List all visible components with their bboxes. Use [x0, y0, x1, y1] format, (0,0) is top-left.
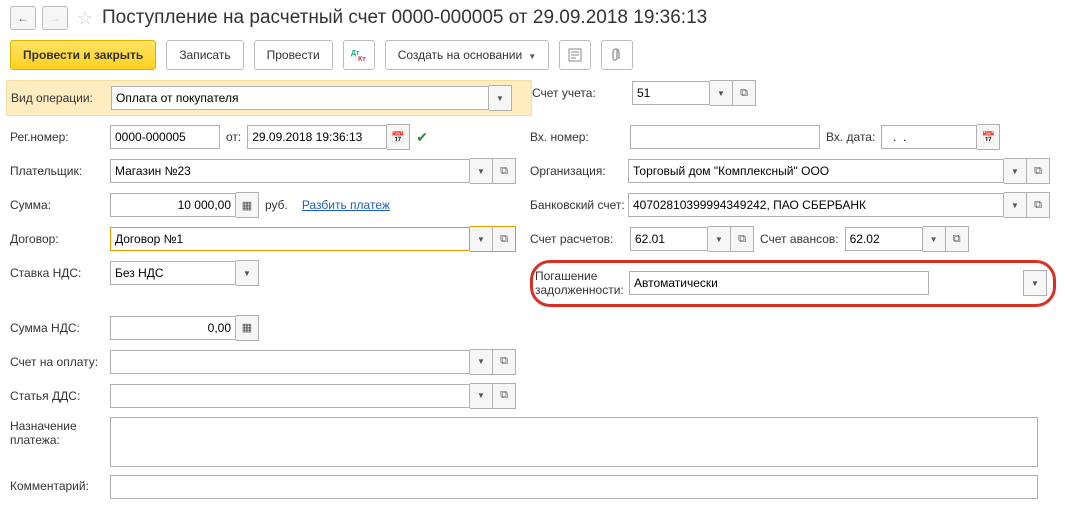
create-based-label: Создать на основании [398, 48, 523, 62]
account-label: Счет учета: [532, 82, 632, 104]
advance-account-open-button[interactable] [946, 226, 969, 252]
reg-number-input[interactable] [110, 125, 220, 149]
vat-sum-input[interactable] [110, 316, 236, 340]
invoice-label: Счет на оплату: [10, 351, 110, 373]
contract-open-button[interactable] [493, 226, 516, 252]
attachment-button[interactable] [601, 40, 633, 70]
calc-account-input[interactable] [630, 227, 708, 251]
bank-account-label: Банковский счет: [530, 194, 628, 216]
calc-account-dropdown[interactable] [708, 226, 731, 252]
purpose-textarea[interactable] [110, 417, 1038, 467]
org-input[interactable] [628, 159, 1004, 183]
forward-button[interactable]: → [42, 6, 68, 30]
calc-account-label: Счет расчетов: [530, 228, 630, 250]
operation-type-select[interactable] [111, 86, 489, 110]
in-date-label: Вх. дата: [820, 130, 881, 144]
dds-label: Статья ДДС: [10, 385, 110, 407]
purpose-label: Назначение платежа: [10, 417, 110, 451]
comment-label: Комментарий: [10, 475, 110, 497]
rub-label: руб. [259, 198, 294, 212]
save-button[interactable]: Записать [166, 40, 243, 70]
highlight-annotation: Погашение задолженности: [530, 260, 1056, 307]
debt-repay-dropdown[interactable] [1023, 270, 1047, 296]
payer-label: Плательщик: [10, 160, 110, 182]
in-date-calendar-button[interactable] [977, 124, 1000, 150]
chevron-down-icon [528, 48, 536, 62]
org-label: Организация: [530, 160, 628, 182]
invoice-input[interactable] [110, 350, 470, 374]
create-based-on-button[interactable]: Создать на основании [385, 40, 549, 70]
dds-dropdown[interactable] [470, 383, 493, 409]
sum-calc-button[interactable] [236, 192, 259, 218]
operation-type-dropdown[interactable] [489, 85, 512, 111]
org-open-button[interactable] [1027, 158, 1050, 184]
sum-label: Сумма: [10, 194, 110, 216]
dt-kt-button[interactable]: ДтКт [343, 40, 375, 70]
debt-repay-input[interactable] [629, 271, 929, 295]
payer-open-button[interactable] [493, 158, 516, 184]
vat-rate-dropdown[interactable] [236, 260, 259, 286]
from-label: от: [220, 130, 247, 144]
date-input[interactable] [247, 125, 387, 149]
advance-account-label: Счет авансов: [754, 232, 845, 246]
svg-text:Кт: Кт [358, 56, 366, 62]
contract-input[interactable] [110, 227, 470, 251]
advance-account-dropdown[interactable] [923, 226, 946, 252]
contract-label: Договор: [10, 228, 110, 250]
bank-account-input[interactable] [628, 193, 1004, 217]
calc-account-open-button[interactable] [731, 226, 754, 252]
posted-check-icon: ✔ [416, 129, 428, 146]
account-open-button[interactable] [733, 80, 756, 106]
vat-rate-input[interactable] [110, 261, 236, 285]
invoice-dropdown[interactable] [470, 349, 493, 375]
in-date-input[interactable] [881, 125, 977, 149]
vat-rate-label: Ставка НДС: [10, 262, 110, 284]
account-input[interactable] [632, 81, 710, 105]
contract-dropdown[interactable] [470, 226, 493, 252]
post-and-close-button[interactable]: Провести и закрыть [10, 40, 156, 70]
split-payment-link[interactable]: Разбить платеж [302, 198, 390, 212]
operation-type-label: Вид операции: [11, 87, 111, 109]
date-calendar-button[interactable] [387, 124, 410, 150]
payer-input[interactable] [110, 159, 470, 183]
bank-account-dropdown[interactable] [1004, 192, 1027, 218]
bank-account-open-button[interactable] [1027, 192, 1050, 218]
dds-input[interactable] [110, 384, 470, 408]
back-button[interactable]: ← [10, 6, 36, 30]
sum-input[interactable] [110, 193, 236, 217]
comment-input[interactable] [110, 475, 1038, 499]
page-title: Поступление на расчетный счет 0000-00000… [102, 7, 707, 29]
advance-account-input[interactable] [845, 227, 923, 251]
org-dropdown[interactable] [1004, 158, 1027, 184]
vat-sum-calc-button[interactable] [236, 315, 259, 341]
account-dropdown[interactable] [710, 80, 733, 106]
debt-repay-label: Погашение задолженности: [535, 265, 629, 302]
payer-dropdown[interactable] [470, 158, 493, 184]
favorite-star-icon[interactable]: ☆ [74, 7, 96, 29]
reg-number-label: Рег.номер: [10, 126, 110, 148]
dds-open-button[interactable] [493, 383, 516, 409]
report-button[interactable] [559, 40, 591, 70]
in-number-input[interactable] [630, 125, 820, 149]
post-button[interactable]: Провести [254, 40, 333, 70]
in-number-label: Вх. номер: [530, 126, 630, 148]
vat-sum-label: Сумма НДС: [10, 317, 110, 339]
invoice-open-button[interactable] [493, 349, 516, 375]
